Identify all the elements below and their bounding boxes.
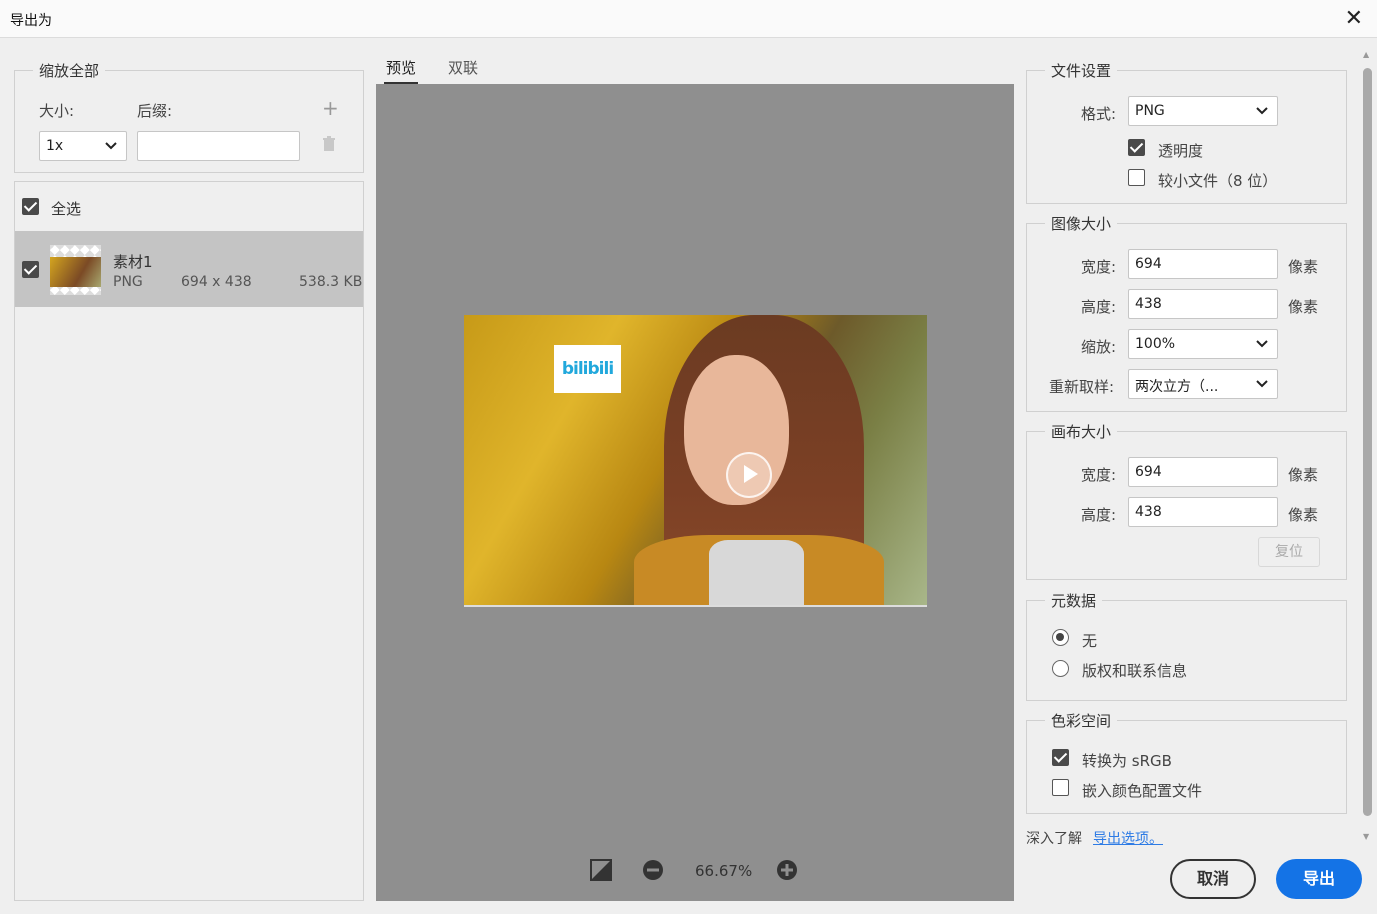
image-size-label: 图像大小 — [1045, 213, 1118, 234]
scroll-up-icon[interactable]: ▲ — [1363, 50, 1369, 59]
reset-button[interactable]: 复位 — [1258, 537, 1320, 567]
canvas-size-label: 画布大小 — [1045, 421, 1118, 442]
transparency-checkbox[interactable] — [1128, 139, 1145, 156]
zoom-in-icon[interactable] — [776, 859, 798, 881]
resample-select-value: 两次立方（... — [1135, 379, 1219, 395]
canvas-width-input[interactable] — [1128, 457, 1278, 487]
color-space-label: 色彩空间 — [1045, 710, 1118, 731]
select-all-label: 全选 — [51, 200, 82, 218]
scale-select-value: 100% — [1135, 336, 1176, 352]
canvas-height-label: 高度: — [1081, 506, 1117, 524]
size-label: 大小: — [39, 102, 75, 120]
toggle-transparency-icon[interactable] — [589, 858, 613, 882]
learn-more-text: 深入了解 — [1026, 831, 1082, 847]
asset-filesize: 538.3 KB — [299, 274, 363, 290]
image-height-input[interactable] — [1128, 289, 1278, 319]
canvas-width-label: 宽度: — [1081, 466, 1117, 484]
format-label: 格式: — [1081, 105, 1117, 123]
smaller-file-label: 较小文件（8 位） — [1158, 172, 1278, 190]
convert-srgb-label: 转换为 sRGB — [1082, 752, 1172, 770]
export-options-link[interactable]: 导出选项。 — [1093, 828, 1163, 848]
size-select[interactable]: 1x — [39, 131, 127, 161]
size-select-value: 1x — [46, 138, 64, 154]
metadata-copyright-label: 版权和联系信息 — [1082, 662, 1188, 680]
suffix-label: 后缀: — [137, 102, 173, 120]
trash-icon[interactable] — [322, 136, 336, 152]
resample-select[interactable]: 两次立方（... — [1128, 369, 1278, 399]
chevron-down-icon — [1256, 340, 1268, 348]
image-width-label: 宽度: — [1081, 258, 1117, 276]
asset-dimensions: 694 x 438 — [181, 274, 252, 290]
asset-thumbnail — [50, 245, 101, 295]
metadata-group: 元数据 — [1026, 590, 1347, 701]
resample-label: 重新取样: — [1049, 378, 1115, 396]
play-icon[interactable] — [726, 452, 772, 498]
canvas-width-unit: 像素 — [1288, 466, 1319, 484]
bilibili-logo: bilibili — [554, 345, 621, 393]
image-height-label: 高度: — [1081, 298, 1117, 316]
suffix-input[interactable] — [137, 131, 300, 161]
embed-profile-checkbox[interactable] — [1052, 779, 1069, 796]
transparency-label: 透明度 — [1158, 142, 1204, 160]
dialog-title: 导出为 — [10, 13, 52, 29]
select-all-checkbox[interactable] — [22, 198, 39, 215]
image-width-unit: 像素 — [1288, 258, 1319, 276]
chevron-down-icon — [105, 142, 117, 150]
title-bar: 导出为 ✕ — [0, 0, 1377, 38]
chevron-down-icon — [1256, 380, 1268, 388]
chevron-down-icon — [1256, 107, 1268, 115]
convert-srgb-checkbox[interactable] — [1052, 749, 1069, 766]
canvas-height-unit: 像素 — [1288, 506, 1319, 524]
zoom-out-icon[interactable] — [642, 859, 664, 881]
scale-select[interactable]: 100% — [1128, 329, 1278, 359]
metadata-none-radio[interactable] — [1052, 629, 1069, 646]
tab-two-up[interactable]: 双联 — [448, 57, 478, 78]
asset-format: PNG — [113, 274, 143, 290]
format-select-value: PNG — [1135, 103, 1165, 119]
asset-name: 素材1 — [113, 253, 153, 271]
embed-profile-label: 嵌入颜色配置文件 — [1082, 782, 1203, 800]
scroll-down-icon[interactable]: ▼ — [1363, 832, 1369, 841]
metadata-none-label: 无 — [1082, 632, 1098, 650]
canvas-height-input[interactable] — [1128, 497, 1278, 527]
add-scale-icon[interactable]: + — [322, 96, 339, 120]
export-button[interactable]: 导出 — [1276, 859, 1362, 899]
metadata-label: 元数据 — [1045, 590, 1103, 611]
smaller-file-checkbox[interactable] — [1128, 169, 1145, 186]
asset-checkbox[interactable] — [22, 261, 39, 278]
file-settings-label: 文件设置 — [1045, 60, 1118, 81]
cancel-button[interactable]: 取消 — [1170, 859, 1256, 899]
preview-image: bilibili — [464, 315, 927, 607]
preview-canvas[interactable]: bilibili 66.67% — [376, 84, 1014, 901]
asset-row[interactable]: 素材1 PNG 694 x 438 538.3 KB — [15, 231, 363, 307]
image-width-input[interactable] — [1128, 249, 1278, 279]
tab-preview[interactable]: 预览 — [383, 57, 419, 84]
zoom-level: 66.67% — [695, 862, 753, 880]
scale-all-label: 缩放全部 — [33, 60, 106, 81]
scrollbar-thumb[interactable] — [1363, 68, 1372, 816]
format-select[interactable]: PNG — [1128, 96, 1278, 126]
close-icon[interactable]: ✕ — [1345, 6, 1363, 31]
image-height-unit: 像素 — [1288, 298, 1319, 316]
metadata-copyright-radio[interactable] — [1052, 660, 1069, 677]
scale-label: 缩放: — [1081, 338, 1117, 356]
